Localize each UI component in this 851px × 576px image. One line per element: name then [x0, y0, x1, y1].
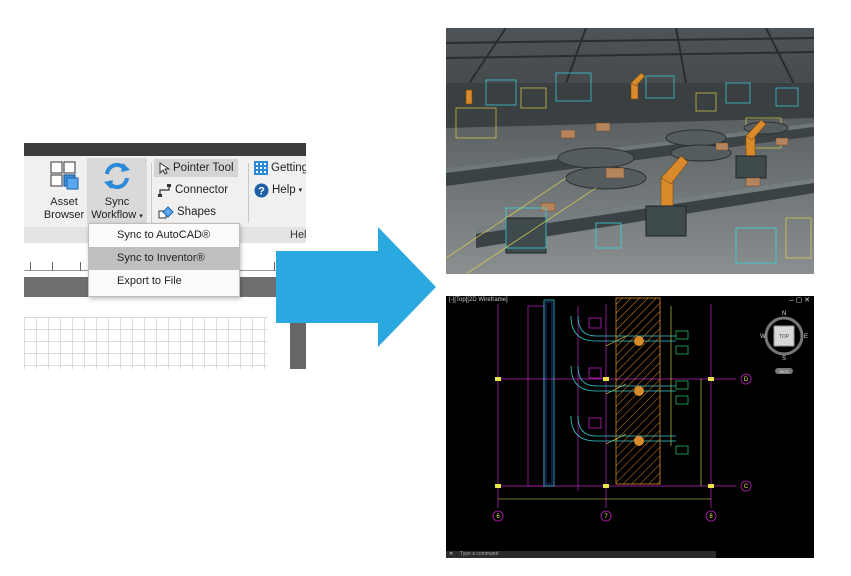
- viewcube-n: N: [782, 311, 786, 317]
- help-icon: ?: [254, 183, 269, 197]
- ruler-tick: [274, 262, 275, 271]
- cad-drawing: 6 7 8 D C TOP N S E W WCS: [492, 297, 808, 522]
- asset-browser-icon: [48, 160, 80, 192]
- canvas-grid: [24, 317, 268, 369]
- viewcube-w: W: [760, 334, 766, 340]
- grid-label-6: 6: [496, 514, 500, 520]
- sync-workflow-dropdown: Sync to AutoCAD® Sync to Inventor® Expor…: [88, 223, 240, 297]
- viewport-window-controls[interactable]: ‒ ▢ ✕: [790, 296, 810, 304]
- connector-label: Connector: [175, 184, 229, 196]
- viewcube[interactable]: TOP N S E W WCS: [760, 311, 808, 374]
- chevron-down-icon: ▾: [139, 213, 143, 220]
- sync-label-line1: Sync: [104, 196, 130, 208]
- grid-label-c: C: [744, 484, 749, 490]
- ruler-tick: [52, 262, 53, 271]
- viewcube-s: S: [782, 356, 786, 362]
- cad-viewport[interactable]: 6 7 8 D C TOP N S E W WCS [-][Top][2D Wi…: [446, 296, 814, 558]
- drawing-canvas[interactable]: [24, 297, 306, 369]
- shapes-label: Shapes: [177, 206, 217, 218]
- grid-icon: [254, 161, 268, 175]
- ribbon-separator: [151, 163, 152, 223]
- getting-started-button[interactable]: Getting: [254, 159, 306, 177]
- ribbon-top-strip: [24, 143, 306, 156]
- command-input[interactable]: Type a command: [460, 551, 498, 557]
- command-line[interactable]: ✕ Type a command: [446, 551, 716, 558]
- help-button[interactable]: ? Help ▾: [254, 181, 302, 199]
- grid-label-7: 7: [604, 514, 608, 520]
- close-icon[interactable]: ✕: [449, 551, 453, 558]
- pointer-icon: [159, 161, 170, 175]
- menu-item-export-file[interactable]: Export to File: [89, 270, 239, 293]
- connector-icon: [158, 183, 171, 197]
- viewcube-top: TOP: [779, 334, 790, 340]
- ruler-tick: [30, 262, 31, 271]
- sync-label-text: Workflow: [91, 209, 137, 221]
- wcs-label: WCS: [779, 369, 789, 374]
- asset-browser-label-line2: Browser: [43, 209, 85, 221]
- right-arrow-icon: [276, 227, 436, 347]
- svg-text:?: ?: [258, 185, 265, 197]
- pointer-tool-label: Pointer Tool: [173, 162, 234, 174]
- grid-label-d: D: [744, 377, 749, 383]
- factory-3d-render: [446, 28, 814, 274]
- factory-render-image: [446, 28, 814, 274]
- menu-item-sync-autocad[interactable]: Sync to AutoCAD®: [89, 224, 239, 247]
- asset-browser-label-line1: Asset: [50, 196, 78, 208]
- shapes-icon: [158, 205, 174, 218]
- asset-browser-button[interactable]: Asset Browser: [41, 158, 87, 224]
- connector-button[interactable]: Connector: [158, 181, 228, 199]
- viewcube-e: E: [804, 334, 808, 340]
- sync-workflow-button[interactable]: Sync Workflow ▾: [87, 158, 147, 224]
- sync-icon: [101, 160, 133, 192]
- shapes-button[interactable]: Shapes: [158, 203, 216, 221]
- sync-label-line2: Workflow ▾: [87, 209, 147, 223]
- getting-started-label: Getting: [271, 162, 306, 174]
- viewport-label[interactable]: [-][Top][2D Wireframe]: [449, 297, 508, 303]
- pointer-tool-button[interactable]: Pointer Tool: [154, 159, 238, 177]
- grid-label-8: 8: [709, 514, 713, 520]
- ribbon-separator: [248, 163, 249, 223]
- help-label: Help: [272, 184, 296, 196]
- ruler-tick: [80, 262, 81, 271]
- menu-item-sync-inventor[interactable]: Sync to Inventor®: [89, 247, 239, 270]
- chevron-down-icon: ▾: [298, 187, 303, 194]
